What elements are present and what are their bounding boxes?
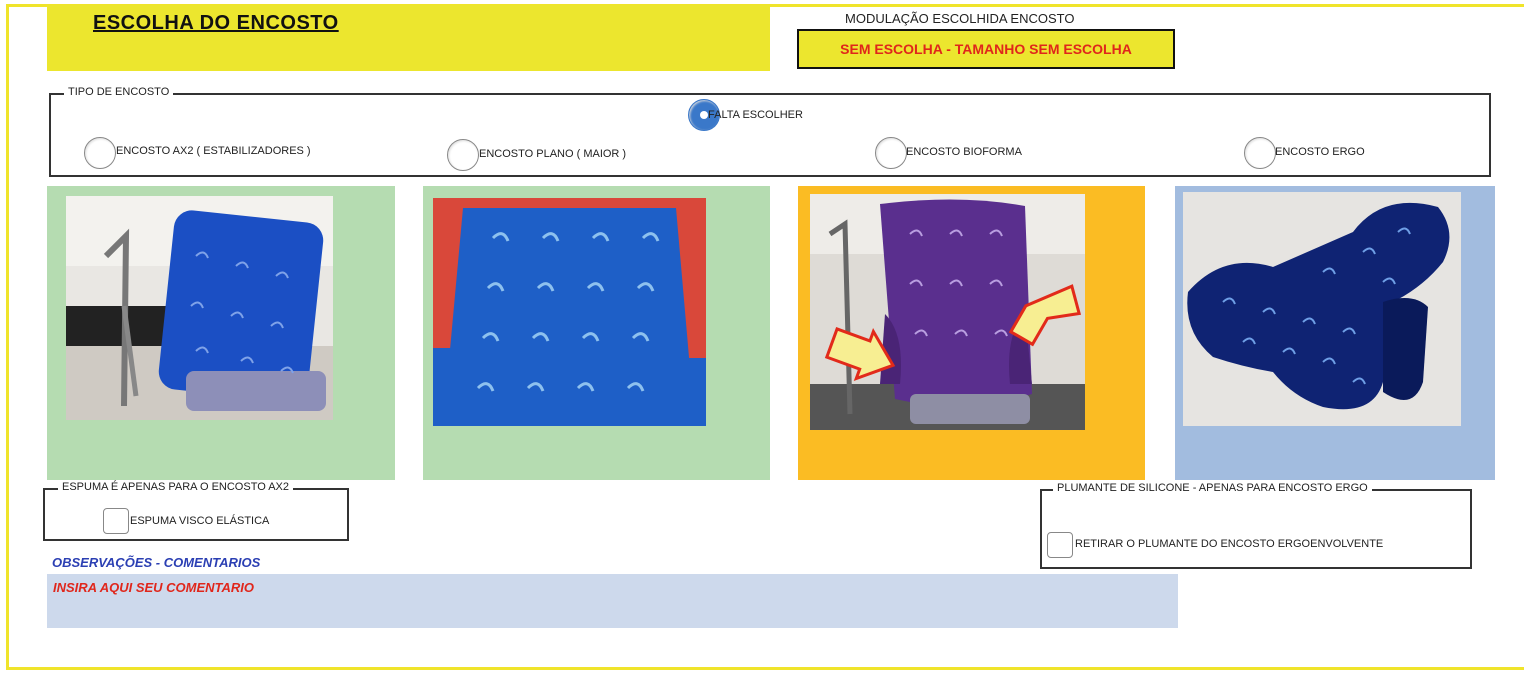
radio-label-encosto-ax2: ENCOSTO AX2 ( ESTABILIZADORES ): [116, 145, 311, 157]
photo-encosto-bioforma: [810, 194, 1085, 430]
checkbox-label-espuma-visco: ESPUMA VISCO ELÁSTICA: [130, 515, 270, 527]
plumante-legend: PLUMANTE DE SILICONE - APENAS PARA ENCOS…: [1053, 482, 1372, 494]
radio-encosto-ax2[interactable]: [84, 137, 116, 169]
checkbox-espuma-visco[interactable]: [103, 508, 129, 534]
backrest-type-legend: TIPO DE ENCOSTO: [64, 86, 174, 98]
page-title: ESCOLHA DO ENCOSTO: [93, 12, 339, 34]
radio-encosto-ergo[interactable]: [1244, 137, 1276, 169]
foam-legend: ESPUMA É APENAS PARA O ENCOSTO AX2: [58, 481, 294, 493]
modulation-label: MODULAÇÃO ESCOLHIDA ENCOSTO: [845, 11, 1075, 26]
radio-label-encosto-bioforma: ENCOSTO BIOFORMA: [906, 146, 1022, 158]
plumante-group: [1040, 489, 1472, 569]
observations-label: OBSERVAÇÕES - COMENTARIOS: [52, 555, 261, 570]
comment-placeholder: INSIRA AQUI SEU COMENTARIO: [53, 580, 255, 595]
comment-field[interactable]: INSIRA AQUI SEU COMENTARIO: [47, 574, 1178, 628]
radio-label-encosto-plano: ENCOSTO PLANO ( MAIOR ): [479, 148, 627, 160]
radio-encosto-bioforma[interactable]: [875, 137, 907, 169]
title-bar: ESCOLHA DO ENCOSTO: [47, 5, 770, 71]
checkbox-retirar-plumante[interactable]: [1047, 532, 1073, 558]
photo-encosto-ergo: [1183, 192, 1461, 426]
photo-encosto-plano: [433, 198, 706, 426]
modulation-value-box: SEM ESCOLHA - TAMANHO SEM ESCOLHA: [797, 29, 1175, 69]
radio-label-encosto-ergo: ENCOSTO ERGO: [1275, 146, 1365, 158]
radio-encosto-plano[interactable]: [447, 139, 479, 171]
checkbox-label-retirar-plumante: RETIRAR O PLUMANTE DO ENCOSTO ERGOENVOLV…: [1075, 538, 1384, 550]
photo-encosto-ax2: [66, 196, 333, 420]
backrest-type-group: [49, 93, 1491, 177]
radio-label-falta-escolher: FALTA ESCOLHER: [708, 109, 803, 121]
modulation-value: SEM ESCOLHA - TAMANHO SEM ESCOLHA: [840, 41, 1132, 57]
